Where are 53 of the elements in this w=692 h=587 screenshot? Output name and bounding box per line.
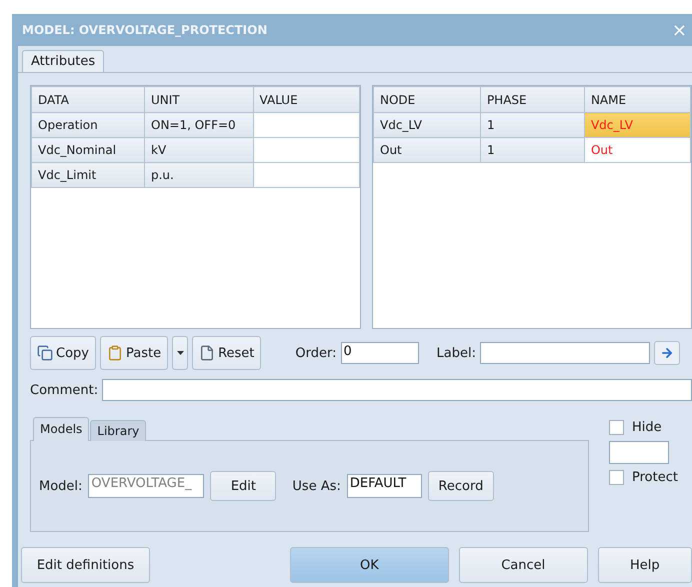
arrow-button[interactable] (654, 341, 680, 365)
column-header: DATA (32, 86, 144, 112)
document-icon (199, 345, 216, 361)
table-cell: Operation (32, 112, 144, 138)
dialog-button[interactable]: Cancel (458, 547, 588, 583)
table-cell: p.u. (144, 162, 254, 188)
table-cell: kV (144, 138, 254, 162)
table-cell: 1 (480, 112, 584, 138)
table-cell[interactable]: Out (584, 138, 690, 162)
model-label: Model: (39, 478, 82, 494)
tab[interactable]: Models (33, 417, 90, 441)
checkbox-label: Protect (632, 470, 678, 485)
table-cell: ON=1, OFF=0 (144, 112, 254, 138)
clipboard-icon (106, 345, 123, 361)
edit-button[interactable]: Edit (210, 471, 276, 501)
order-field[interactable]: 0 (340, 342, 419, 364)
value-cell[interactable] (253, 138, 360, 162)
table-cell: 1 (480, 138, 584, 162)
checkbox[interactable] (609, 420, 624, 435)
window-title: MODEL: OVERVOLTAGE_PROTECTION (22, 23, 268, 37)
tab[interactable]: Library (90, 420, 146, 441)
record-button[interactable]: Record (428, 471, 494, 501)
column-header: NAME (584, 86, 690, 112)
comment-field[interactable] (102, 379, 692, 401)
tab[interactable]: Attributes (22, 50, 104, 72)
column-header: NODE (374, 86, 480, 112)
label-label: Label: (436, 346, 476, 360)
dialog-button[interactable]: OK (290, 547, 449, 583)
dialog-button[interactable]: Edit definitions (21, 547, 150, 583)
table-cell: Out (374, 138, 480, 162)
column-header: UNIT (144, 86, 254, 112)
order-label: Order: (295, 346, 337, 360)
dropdown-button[interactable] (172, 336, 188, 370)
comment-label: Comment: (30, 382, 98, 398)
use-as-field[interactable]: DEFAULT (346, 474, 422, 498)
column-header: PHASE (480, 86, 584, 112)
use-as-label: Use As: (292, 478, 341, 494)
column-header: VALUE (253, 86, 360, 112)
text-field[interactable] (609, 441, 669, 464)
value-cell[interactable] (253, 112, 360, 138)
label-field[interactable] (480, 342, 650, 364)
dialog-button[interactable]: Help (598, 547, 692, 583)
copy-button[interactable]: Copy (30, 336, 96, 370)
table-cell: Vdc_Limit (32, 162, 144, 188)
table-cell: Vdc_LV (374, 112, 480, 138)
checkbox-label: Hide (632, 420, 662, 435)
checkbox[interactable] (609, 470, 624, 485)
value-cell[interactable] (253, 162, 360, 188)
table-cell: Vdc_Nominal (32, 138, 144, 162)
caret-icon (176, 351, 184, 355)
reset-button[interactable]: Reset (192, 336, 262, 370)
copy-icon (37, 345, 53, 361)
paste-button[interactable]: Paste (100, 336, 168, 370)
